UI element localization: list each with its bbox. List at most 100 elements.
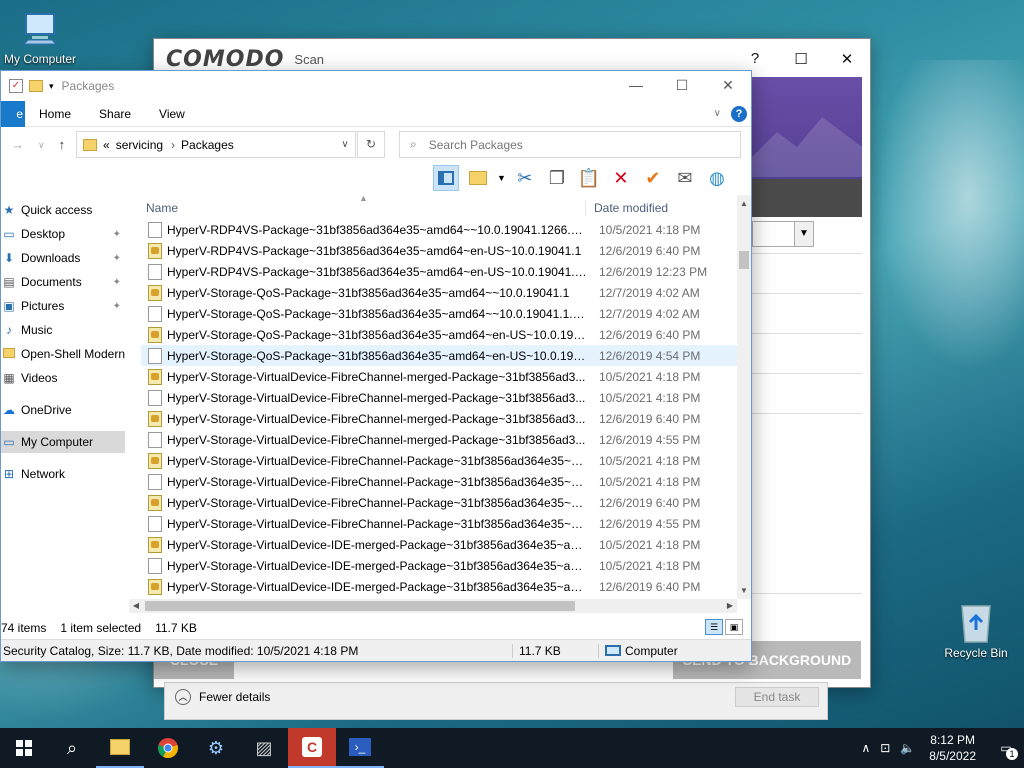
file-row[interactable]: HyperV-RDP4VS-Package~31bf3856ad364e35~a… [141, 261, 737, 282]
nav-item-my-computer[interactable]: ▭ My Computer [1, 431, 125, 453]
chevron-up-icon[interactable]: ∧ [861, 741, 870, 755]
maximize-button[interactable]: ☐ [659, 71, 705, 101]
network-icon[interactable]: ⊡ [880, 741, 890, 755]
tab-file[interactable]: e [1, 100, 25, 127]
nav-item-documents[interactable]: ▤ Documents ✦ [1, 271, 125, 293]
end-task-button[interactable]: End task [735, 687, 819, 707]
pin-icon[interactable]: ✦ [113, 229, 121, 240]
file-row[interactable]: HyperV-Storage-QoS-Package~31bf3856ad364… [141, 303, 737, 324]
start-button[interactable] [0, 728, 48, 768]
breadcrumb-overflow[interactable]: « [103, 138, 110, 152]
file-row[interactable]: HyperV-Storage-QoS-Package~31bf3856ad364… [141, 345, 737, 366]
tab-share[interactable]: Share [85, 107, 145, 121]
expand-ribbon-icon[interactable]: ∨ [714, 108, 721, 119]
large-icons-view-icon[interactable]: ▣ [725, 619, 743, 635]
nav-item-downloads[interactable]: ⬇ Downloads ✦ [1, 247, 125, 269]
address-bar[interactable]: « servicing › Packages ∨ [76, 131, 356, 158]
fewer-details-toggle[interactable]: ︿ Fewer details [175, 689, 270, 705]
taskbar-powershell[interactable]: ›_ [336, 728, 384, 768]
properties-icon[interactable]: ✓ [9, 79, 23, 93]
chevron-down-icon[interactable]: ▼ [497, 173, 506, 183]
taskbar-system-tool[interactable]: ⚙ [192, 728, 240, 768]
file-row[interactable]: HyperV-Storage-VirtualDevice-FibreChanne… [141, 492, 737, 513]
refresh-button[interactable]: ↻ [357, 131, 385, 158]
tab-home[interactable]: Home [25, 107, 85, 121]
details-view-icon[interactable]: ☰ [705, 619, 723, 635]
scrollbar-thumb[interactable] [145, 601, 575, 611]
taskbar-chrome[interactable] [144, 728, 192, 768]
pin-icon[interactable]: ✦ [113, 253, 121, 264]
file-row[interactable]: HyperV-Storage-VirtualDevice-FibreChanne… [141, 366, 737, 387]
nav-item-open-shell[interactable]: Open-Shell Modern [1, 343, 125, 365]
scroll-up-arrow-icon[interactable]: ▲ [737, 199, 751, 208]
breadcrumb-separator-icon[interactable]: › [171, 138, 175, 152]
copy-icon[interactable]: ❐ [544, 165, 570, 191]
recent-locations-chevron-icon[interactable]: ∨ [38, 137, 45, 153]
file-row[interactable]: HyperV-Storage-VirtualDevice-IDE-merged-… [141, 534, 737, 555]
file-row[interactable]: HyperV-Storage-VirtualDevice-FibreChanne… [141, 408, 737, 429]
file-row[interactable]: HyperV-Storage-VirtualDevice-FibreChanne… [141, 471, 737, 492]
horizontal-scrollbar[interactable]: ◀ ▶ [129, 599, 737, 613]
vertical-scrollbar[interactable]: ▲ ▼ [737, 195, 751, 599]
desktop-my-computer[interactable]: My Computer [0, 10, 80, 66]
chevron-down-icon[interactable]: ▾ [49, 81, 54, 92]
column-header-date[interactable]: Date modified [585, 201, 668, 215]
volume-icon[interactable]: 🔈 [900, 741, 915, 755]
scroll-left-arrow-icon[interactable]: ◀ [129, 599, 143, 613]
file-row[interactable]: HyperV-Storage-QoS-Package~31bf3856ad364… [141, 324, 737, 345]
comodo-close-button[interactable]: ✕ [824, 50, 870, 68]
file-row[interactable]: HyperV-Storage-QoS-Package~31bf3856ad364… [141, 282, 737, 303]
notification-center-button[interactable]: ▭ 1 [988, 728, 1024, 768]
clock[interactable]: 8:12 PM 8/5/2022 [929, 732, 976, 764]
chevron-down-icon[interactable]: ∨ [335, 139, 355, 150]
file-row[interactable]: HyperV-RDP4VS-Package~31bf3856ad364e35~a… [141, 219, 737, 240]
file-row[interactable]: HyperV-Storage-VirtualDevice-FibreChanne… [141, 387, 737, 408]
minimize-button[interactable]: — [613, 71, 659, 101]
cut-icon[interactable]: ✂ [512, 165, 538, 191]
taskbar-comodo[interactable]: C [288, 728, 336, 768]
scrollbar-thumb[interactable] [739, 251, 749, 269]
properties-icon[interactable]: ✉ [672, 165, 698, 191]
taskbar-file-explorer[interactable] [96, 728, 144, 768]
nav-item-network[interactable]: ⊞ Network [1, 463, 125, 485]
shell-icon[interactable]: ◍ [704, 165, 730, 191]
search-box[interactable]: ⌕ Search Packages [399, 131, 741, 158]
nav-item-pictures[interactable]: ▣ Pictures ✦ [1, 295, 125, 317]
preview-pane-icon[interactable] [433, 165, 459, 191]
scroll-down-arrow-icon[interactable]: ▼ [737, 586, 751, 595]
nav-item-videos[interactable]: ▦ Videos [1, 367, 125, 389]
file-row[interactable]: HyperV-Storage-VirtualDevice-IDE-merged-… [141, 555, 737, 576]
back-arrow-icon[interactable]: → [11, 137, 24, 153]
delete-icon[interactable]: ✕ [608, 165, 634, 191]
nav-item-music[interactable]: ♪ Music [1, 319, 125, 341]
up-arrow-icon[interactable]: ↑ [59, 137, 66, 153]
close-button[interactable]: ✕ [705, 71, 751, 101]
file-row[interactable]: HyperV-Storage-VirtualDevice-FibreChanne… [141, 429, 737, 450]
file-row[interactable]: HyperV-Storage-VirtualDevice-FibreChanne… [141, 513, 737, 534]
chevron-down-icon[interactable]: ▼ [794, 221, 814, 247]
file-row[interactable]: HyperV-Storage-VirtualDevice-IDE-merged-… [141, 576, 737, 597]
breadcrumb-packages[interactable]: Packages [181, 138, 234, 152]
change-view-icon[interactable] [465, 165, 491, 191]
file-row[interactable]: HyperV-RDP4VS-Package~31bf3856ad364e35~a… [141, 240, 737, 261]
taskbar-image-tool[interactable]: ▨ [240, 728, 288, 768]
scroll-right-arrow-icon[interactable]: ▶ [723, 599, 737, 613]
tab-view[interactable]: View [145, 107, 199, 121]
rename-check-icon[interactable]: ✔ [640, 165, 666, 191]
nav-item-quick-access[interactable]: ★ Quick access [1, 199, 125, 221]
search-button[interactable]: ⌕ [48, 728, 96, 768]
nav-item-desktop[interactable]: ▭ Desktop ✦ [1, 223, 125, 245]
column-header-name[interactable]: Name [141, 201, 585, 215]
pin-icon[interactable]: ✦ [113, 277, 121, 288]
new-folder-icon[interactable] [29, 80, 43, 92]
search-input[interactable]: Search Packages [429, 138, 523, 152]
comodo-help-button[interactable]: ? [732, 50, 778, 68]
nav-item-onedrive[interactable]: ☁ OneDrive [1, 399, 125, 421]
help-icon[interactable]: ? [731, 105, 747, 122]
paste-icon[interactable]: 📋 [576, 165, 602, 191]
comodo-maximize-button[interactable]: ☐ [778, 50, 824, 68]
desktop-recycle-bin[interactable]: Recycle Bin [934, 600, 1018, 660]
file-row[interactable]: HyperV-Storage-VirtualDevice-FibreChanne… [141, 450, 737, 471]
breadcrumb-servicing[interactable]: servicing [116, 138, 163, 152]
pin-icon[interactable]: ✦ [113, 301, 121, 312]
